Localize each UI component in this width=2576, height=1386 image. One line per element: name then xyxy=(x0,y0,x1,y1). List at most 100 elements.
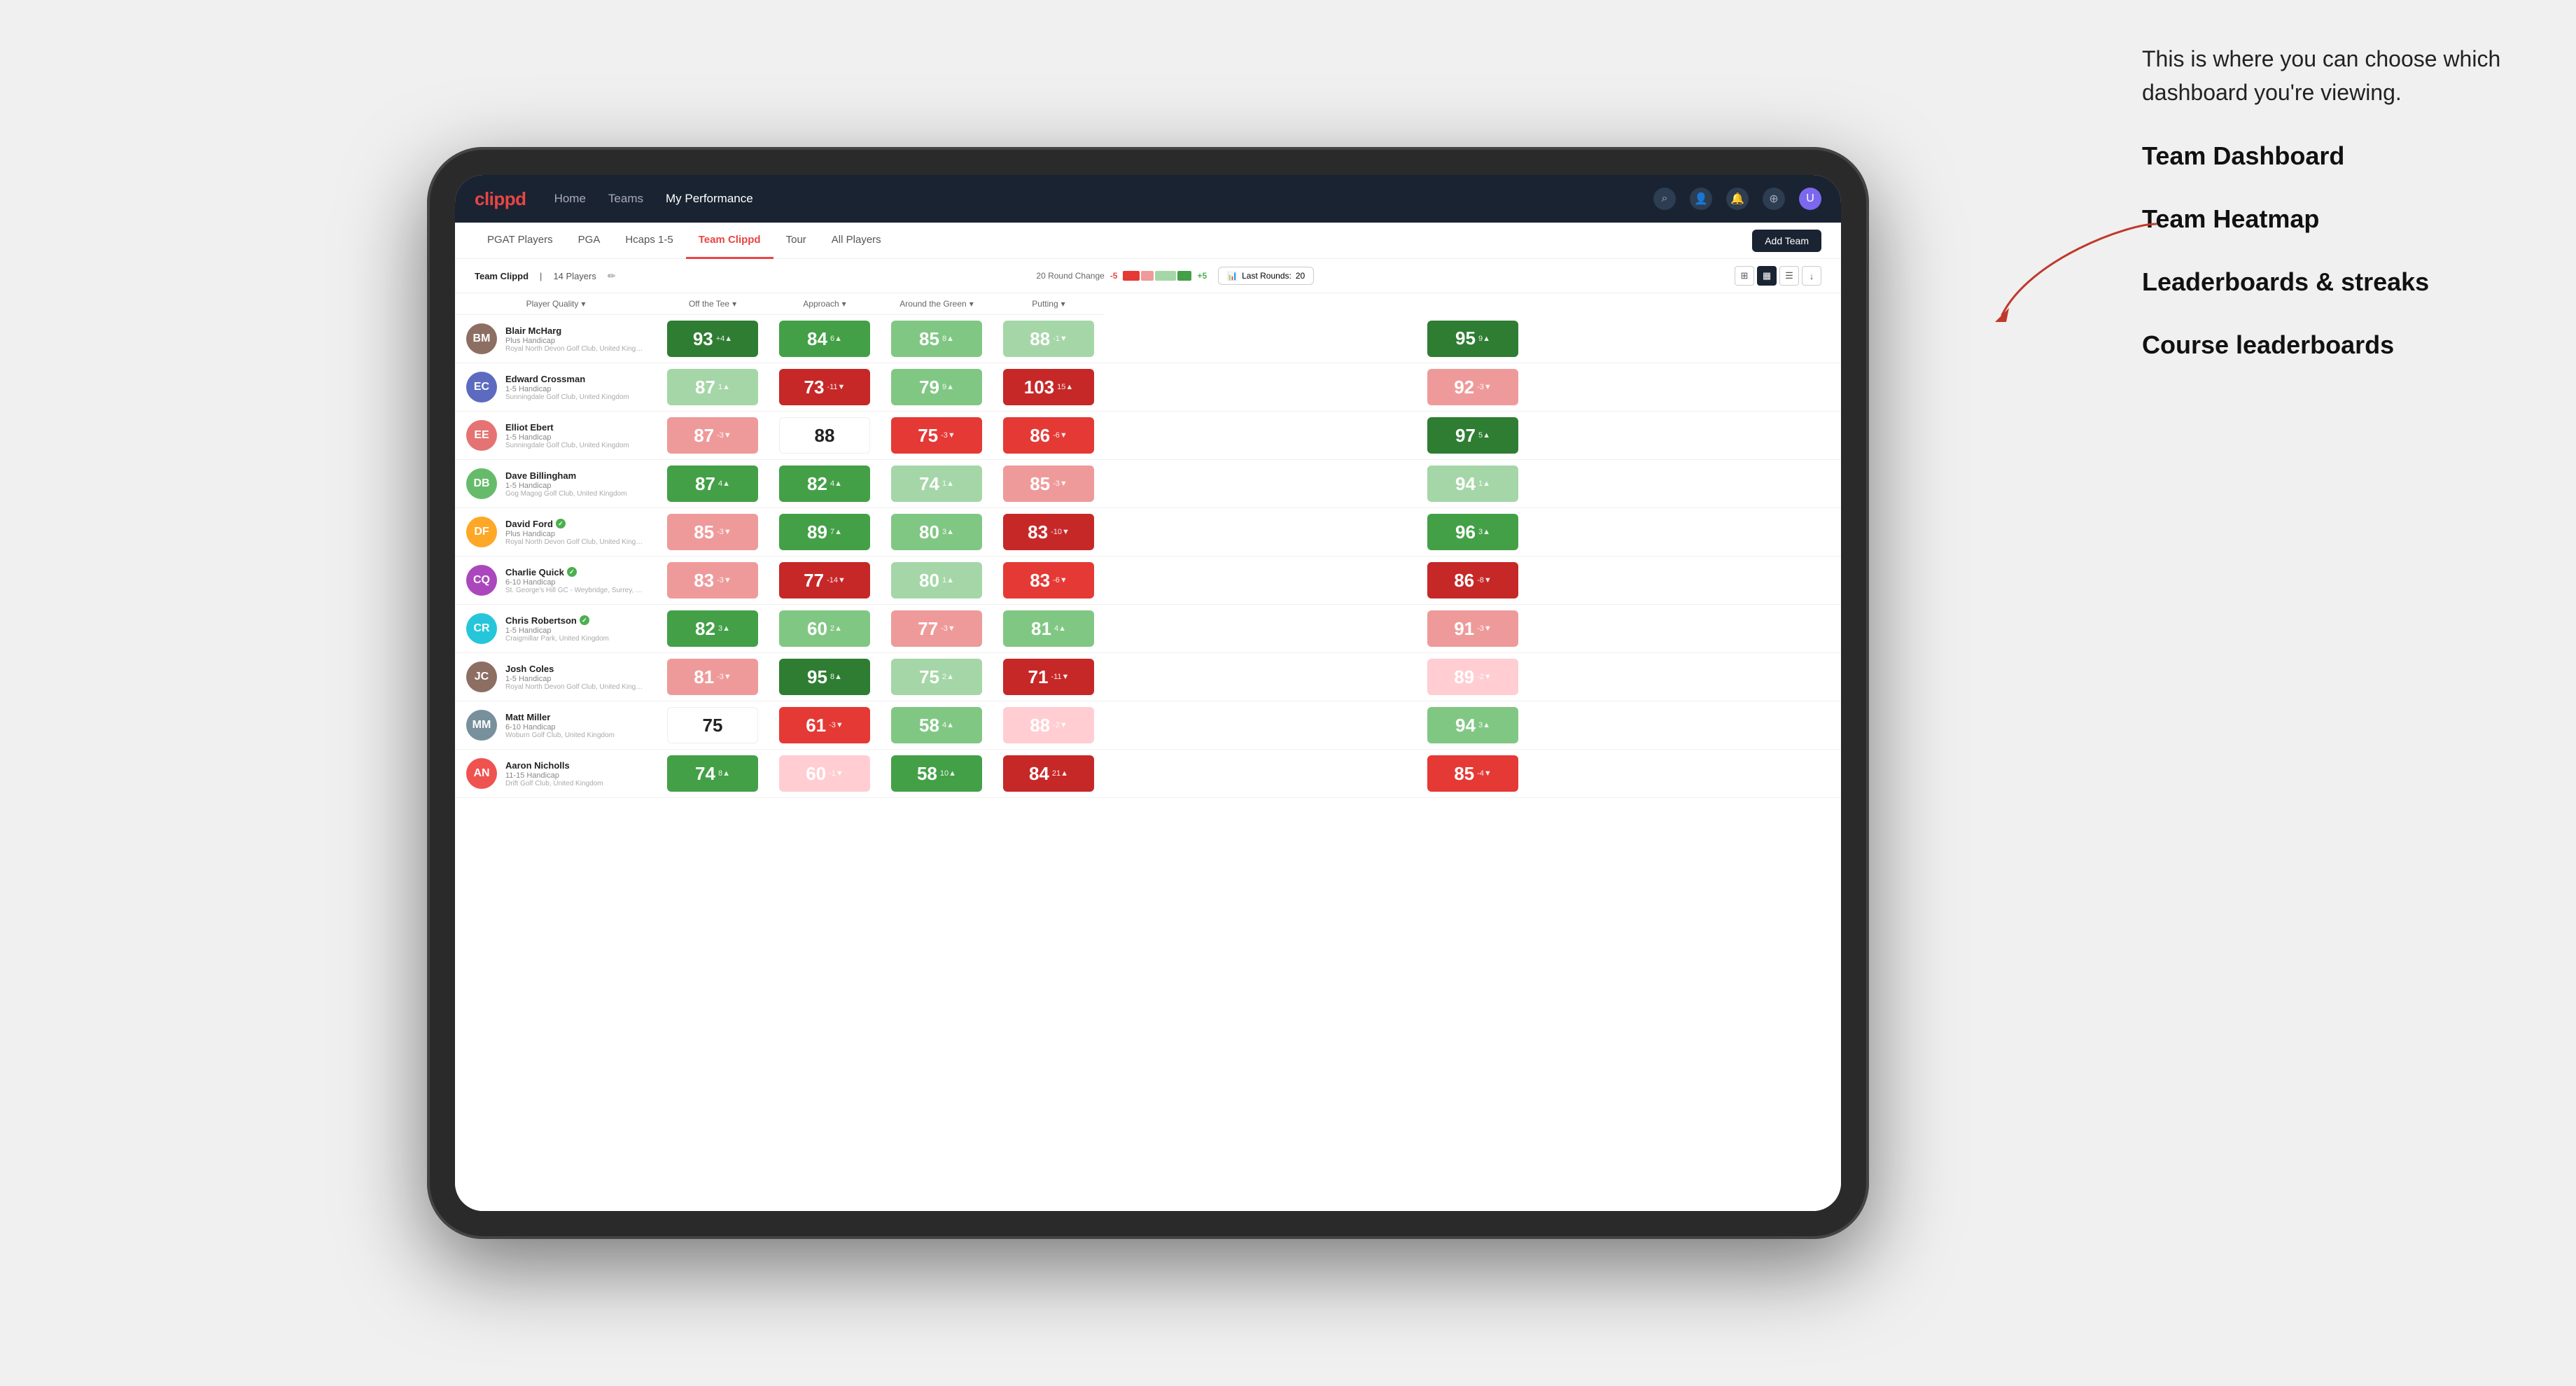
score-cell-quality[interactable]: 74 8▲ xyxy=(657,750,769,798)
score-cell-quality[interactable]: 87 1▲ xyxy=(657,363,769,412)
edit-icon[interactable]: ✏ xyxy=(608,270,616,282)
score-cell-around_green[interactable]: 84 21▲ xyxy=(993,750,1105,798)
score-cell-putting[interactable]: 89 -2▼ xyxy=(1105,653,1841,701)
score-cell-around_green[interactable]: 86 -6▼ xyxy=(993,412,1105,460)
col-header-around-green[interactable]: Around the Green ▾ xyxy=(881,293,993,315)
table-row[interactable]: MM Matt Miller 6-10 Handicap Woburn Golf… xyxy=(455,701,1841,750)
score-cell-off_tee[interactable]: 60 2▲ xyxy=(769,605,881,653)
grid-view-button[interactable]: ⊞ xyxy=(1735,266,1754,286)
score-cell-approach[interactable]: 58 10▲ xyxy=(881,750,993,798)
player-cell-6[interactable]: CR Chris Robertson ✓ 1-5 Handicap Craigm… xyxy=(455,605,657,653)
tab-tour[interactable]: Tour xyxy=(774,223,819,259)
player-avatar: CQ xyxy=(466,565,497,596)
score-cell-quality[interactable]: 93 +4▲ xyxy=(657,315,769,363)
user-avatar[interactable]: U xyxy=(1799,188,1821,210)
score-cell-approach[interactable]: 75 -3▼ xyxy=(881,412,993,460)
notifications-icon[interactable]: 🔔 xyxy=(1726,188,1749,210)
score-cell-quality[interactable]: 87 -3▼ xyxy=(657,412,769,460)
table-row[interactable]: EC Edward Crossman 1-5 Handicap Sunningd… xyxy=(455,363,1841,412)
score-cell-around_green[interactable]: 88 -2▼ xyxy=(993,701,1105,750)
col-header-approach[interactable]: Approach ▾ xyxy=(769,293,881,315)
score-cell-quality[interactable]: 85 -3▼ xyxy=(657,508,769,556)
col-header-player[interactable]: Player Quality ▾ xyxy=(455,293,657,315)
player-cell-1[interactable]: EC Edward Crossman 1-5 Handicap Sunningd… xyxy=(455,363,657,412)
score-change: 3▲ xyxy=(1478,528,1490,536)
score-cell-approach[interactable]: 80 1▲ xyxy=(881,556,993,605)
score-cell-quality[interactable]: 87 4▲ xyxy=(657,460,769,508)
nav-teams[interactable]: Teams xyxy=(608,192,643,206)
download-button[interactable]: ↓ xyxy=(1802,266,1821,286)
score-cell-approach[interactable]: 77 -3▼ xyxy=(881,605,993,653)
score-cell-off_tee[interactable]: 77 -14▼ xyxy=(769,556,881,605)
score-cell-around_green[interactable]: 103 15▲ xyxy=(993,363,1105,412)
add-team-button[interactable]: Add Team xyxy=(1752,230,1821,252)
player-cell-2[interactable]: EE Elliot Ebert 1-5 Handicap Sunningdale… xyxy=(455,412,657,460)
table-row[interactable]: JC Josh Coles 1-5 Handicap Royal North D… xyxy=(455,653,1841,701)
score-cell-approach[interactable]: 79 9▲ xyxy=(881,363,993,412)
tab-team-clippd[interactable]: Team Clippd xyxy=(686,223,774,259)
score-cell-off_tee[interactable]: 84 6▲ xyxy=(769,315,881,363)
score-cell-putting[interactable]: 86 -8▼ xyxy=(1105,556,1841,605)
score-cell-around_green[interactable]: 88 -1▼ xyxy=(993,315,1105,363)
heatmap-view-button[interactable]: ▦ xyxy=(1757,266,1777,286)
nav-home[interactable]: Home xyxy=(554,192,586,206)
table-row[interactable]: CQ Charlie Quick ✓ 6-10 Handicap St. Geo… xyxy=(455,556,1841,605)
score-cell-approach[interactable]: 74 1▲ xyxy=(881,460,993,508)
table-row[interactable]: EE Elliot Ebert 1-5 Handicap Sunningdale… xyxy=(455,412,1841,460)
player-cell-4[interactable]: DF David Ford ✓ Plus Handicap Royal Nort… xyxy=(455,508,657,556)
score-cell-putting[interactable]: 91 -3▼ xyxy=(1105,605,1841,653)
settings-icon[interactable]: ⊕ xyxy=(1763,188,1785,210)
score-cell-putting[interactable]: 92 -3▼ xyxy=(1105,363,1841,412)
score-cell-around_green[interactable]: 83 -6▼ xyxy=(993,556,1105,605)
nav-my-performance[interactable]: My Performance xyxy=(666,192,753,206)
tab-hcaps[interactable]: Hcaps 1-5 xyxy=(612,223,685,259)
score-cell-around_green[interactable]: 85 -3▼ xyxy=(993,460,1105,508)
table-row[interactable]: CR Chris Robertson ✓ 1-5 Handicap Craigm… xyxy=(455,605,1841,653)
table-row[interactable]: DB Dave Billingham 1-5 Handicap Gog Mago… xyxy=(455,460,1841,508)
score-cell-around_green[interactable]: 81 4▲ xyxy=(993,605,1105,653)
score-cell-around_green[interactable]: 71 -11▼ xyxy=(993,653,1105,701)
score-cell-putting[interactable]: 96 3▲ xyxy=(1105,508,1841,556)
score-cell-approach[interactable]: 75 2▲ xyxy=(881,653,993,701)
score-cell-quality[interactable]: 83 -3▼ xyxy=(657,556,769,605)
tab-all-players[interactable]: All Players xyxy=(819,223,894,259)
score-cell-off_tee[interactable]: 95 8▲ xyxy=(769,653,881,701)
profile-icon[interactable]: 👤 xyxy=(1690,188,1712,210)
score-cell-putting[interactable]: 95 9▲ xyxy=(1105,315,1841,363)
score-cell-putting[interactable]: 97 5▲ xyxy=(1105,412,1841,460)
player-club: Gog Magog Golf Club, United Kingdom xyxy=(505,490,645,498)
col-header-putting[interactable]: Putting ▾ xyxy=(993,293,1105,315)
score-cell-quality[interactable]: 82 3▲ xyxy=(657,605,769,653)
score-cell-off_tee[interactable]: 61 -3▼ xyxy=(769,701,881,750)
player-cell-0[interactable]: BM Blair McHarg Plus Handicap Royal Nort… xyxy=(455,315,657,363)
table-row[interactable]: AN Aaron Nicholls 11-15 Handicap Drift G… xyxy=(455,750,1841,798)
score-value: 81 xyxy=(1031,618,1051,640)
player-cell-9[interactable]: AN Aaron Nicholls 11-15 Handicap Drift G… xyxy=(455,750,657,798)
score-cell-putting[interactable]: 94 1▲ xyxy=(1105,460,1841,508)
table-row[interactable]: BM Blair McHarg Plus Handicap Royal Nort… xyxy=(455,315,1841,363)
player-cell-8[interactable]: MM Matt Miller 6-10 Handicap Woburn Golf… xyxy=(455,701,657,750)
score-cell-off_tee[interactable]: 88 xyxy=(769,412,881,460)
score-cell-approach[interactable]: 58 4▲ xyxy=(881,701,993,750)
score-cell-off_tee[interactable]: 60 -1▼ xyxy=(769,750,881,798)
tab-pgat[interactable]: PGAT Players xyxy=(475,223,566,259)
score-cell-quality[interactable]: 81 -3▼ xyxy=(657,653,769,701)
player-cell-7[interactable]: JC Josh Coles 1-5 Handicap Royal North D… xyxy=(455,653,657,701)
score-cell-quality[interactable]: 75 xyxy=(657,701,769,750)
score-cell-around_green[interactable]: 83 -10▼ xyxy=(993,508,1105,556)
col-header-off-tee[interactable]: Off the Tee ▾ xyxy=(657,293,769,315)
score-cell-off_tee[interactable]: 82 4▲ xyxy=(769,460,881,508)
player-cell-5[interactable]: CQ Charlie Quick ✓ 6-10 Handicap St. Geo… xyxy=(455,556,657,605)
score-cell-approach[interactable]: 80 3▲ xyxy=(881,508,993,556)
tab-pga[interactable]: PGA xyxy=(566,223,613,259)
score-cell-approach[interactable]: 85 8▲ xyxy=(881,315,993,363)
search-icon[interactable]: ⌕ xyxy=(1653,188,1676,210)
table-row[interactable]: DF David Ford ✓ Plus Handicap Royal Nort… xyxy=(455,508,1841,556)
score-cell-off_tee[interactable]: 89 7▲ xyxy=(769,508,881,556)
list-view-button[interactable]: ☰ xyxy=(1779,266,1799,286)
score-cell-putting[interactable]: 85 -4▼ xyxy=(1105,750,1841,798)
score-cell-putting[interactable]: 94 3▲ xyxy=(1105,701,1841,750)
player-cell-3[interactable]: DB Dave Billingham 1-5 Handicap Gog Mago… xyxy=(455,460,657,508)
score-cell-off_tee[interactable]: 73 -11▼ xyxy=(769,363,881,412)
last-rounds-button[interactable]: 📊 Last Rounds: 20 xyxy=(1218,267,1314,285)
